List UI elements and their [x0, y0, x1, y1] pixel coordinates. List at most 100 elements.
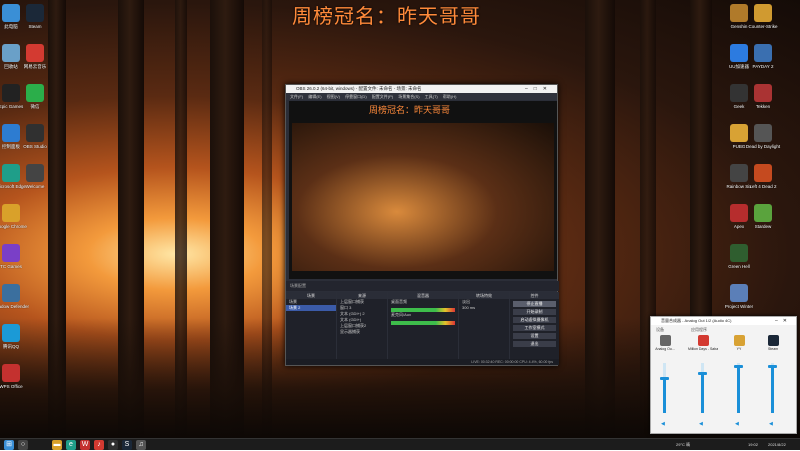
dbd-icon	[754, 124, 772, 142]
start-recording-button[interactable]: 开始录制	[513, 309, 556, 315]
desktop-shortcut[interactable]: Dead by Daylight	[744, 124, 782, 162]
mixer-channel: Steam ◀	[758, 335, 788, 431]
desktop-shortcut[interactable]: 微信	[16, 84, 54, 122]
welcome-icon	[26, 164, 44, 182]
shortcut-label: 微信	[30, 104, 40, 109]
volume-level	[771, 367, 774, 413]
netease-music-icon[interactable]: ♪	[94, 440, 104, 450]
weather-text[interactable]: 29°C 晴	[676, 439, 690, 451]
close-icon[interactable]: ✕	[783, 318, 792, 324]
device-section-label: 设备	[656, 327, 664, 332]
shortcut-label: 腾讯QQ	[2, 344, 19, 349]
audio-mixer-header: 混音器	[388, 292, 458, 299]
payday-icon	[754, 44, 772, 62]
desktop-shortcut[interactable]: PAYDAY 2	[744, 44, 782, 82]
search-icon[interactable]: ○	[18, 440, 28, 450]
volume-mixer-icon[interactable]: ♫	[136, 440, 146, 450]
desktop-shortcut[interactable]: Steam	[16, 4, 54, 42]
close-icon[interactable]: ✕	[543, 86, 553, 92]
mute-speaker-icon[interactable]: ◀	[661, 421, 665, 427]
volume-slider[interactable]	[698, 363, 707, 413]
obs-title: OBS 26.0.2 (64-bit, windows) - 配置文件: 未命名…	[296, 86, 422, 91]
preview-watermark: 周榜冠名：昨天哥哥	[369, 106, 451, 116]
volume-mixer-window[interactable]: 音量合成器 - Analog Out 1/2 (Audio 4C) –✕ 设备 …	[650, 316, 797, 434]
desktop-shortcut[interactable]: Shadow Defender	[0, 284, 30, 322]
mute-speaker-icon[interactable]: ◀	[699, 421, 703, 427]
volume-mixer-titlebar[interactable]: 音量合成器 - Analog Out 1/2 (Audio 4C) –✕	[651, 317, 796, 325]
obs-titlebar[interactable]: OBS 26.0.2 (64-bit, windows) - 配置文件: 未命名…	[286, 85, 557, 93]
project-winter-icon	[730, 284, 748, 302]
stardew-icon	[754, 204, 772, 222]
obs-preview[interactable]: 周榜冠名：昨天哥哥	[289, 101, 557, 279]
minimize-icon[interactable]: –	[525, 86, 534, 92]
desktop-shortcut[interactable]: TC Games	[0, 244, 30, 282]
tc-games-icon	[2, 244, 20, 262]
start-icon[interactable]: ⊞	[4, 440, 14, 450]
shortcut-label: Project Winter	[724, 304, 754, 309]
settings-button[interactable]: 设置	[513, 333, 556, 339]
desktop-shortcut[interactable]: 网易云音乐	[16, 44, 54, 82]
shortcut-label: Tekken	[755, 104, 771, 109]
studio-mode-button[interactable]: 工作室模式	[513, 325, 556, 331]
desktop-shortcut[interactable]: WPS Office	[0, 364, 30, 402]
desktop-shortcut[interactable]: Green Hell	[720, 244, 758, 282]
steam-icon	[26, 4, 44, 22]
scene-item[interactable]: 场景 2	[286, 305, 336, 311]
wps-icon[interactable]: W	[80, 440, 90, 450]
scenes-header: 场景	[286, 292, 336, 299]
stop-streaming-button[interactable]: 停止直播	[513, 301, 556, 307]
mute-speaker-icon[interactable]: ◀	[769, 421, 773, 427]
desktop-shortcut[interactable]: Google Chrome	[0, 204, 30, 242]
mute-speaker-icon[interactable]: ◀	[735, 421, 739, 427]
minimize-icon[interactable]: –	[775, 318, 783, 324]
obs-window[interactable]: OBS 26.0.2 (64-bit, windows) - 配置文件: 未命名…	[285, 84, 559, 366]
volume-slider[interactable]	[660, 363, 669, 413]
virtual-camera-button[interactable]: 启动虚拟摄像机	[513, 317, 556, 323]
volume-meter[interactable]	[391, 321, 455, 325]
shortcut-label: Welcome	[25, 184, 45, 189]
volume-level	[737, 367, 740, 413]
sources-header: 来源	[337, 292, 387, 299]
volume-slider-thumb[interactable]	[734, 365, 743, 368]
steam-icon[interactable]: S	[122, 440, 132, 450]
mixer-channel: Analog Ou... ◀	[650, 335, 680, 431]
transitions-dock: 转场特效 淡出 300 ms	[459, 292, 509, 362]
clock-date[interactable]: 2021/8/22	[768, 439, 786, 451]
volume-level	[701, 374, 704, 413]
shortcut-label: Stardew	[754, 224, 772, 229]
shortcut-label: Green Hell	[728, 264, 750, 269]
scenes-dock: 场景 场景 场景 2	[286, 292, 336, 362]
desktop-shortcut[interactable]: OBS Studio	[16, 124, 54, 162]
desktop-shortcut[interactable]: Counter-Strike	[744, 4, 782, 42]
wallpaper-watermark: 周榜冠名：昨天哥哥	[292, 4, 481, 28]
mixer-channel-label: Steam	[767, 347, 779, 351]
desktop-shortcut[interactable]: 腾讯QQ	[0, 324, 30, 362]
source-item[interactable]: 显示器捕获	[337, 329, 387, 335]
l4d-icon	[754, 164, 772, 182]
volume-slider-thumb[interactable]	[660, 377, 669, 380]
volume-slider[interactable]	[768, 363, 777, 413]
mixer-channel: YY ◀	[724, 335, 754, 431]
desktop-shortcut[interactable]: Stardew	[744, 204, 782, 242]
desktop-shortcut[interactable]: Tekken	[744, 84, 782, 122]
maximize-icon[interactable]: □	[534, 86, 543, 92]
obs-menubar[interactable]: 文件(F) 编辑(E) 视图(V) 停靠窗口(D) 配置文件(P) 场景集合(S…	[286, 93, 557, 100]
transition-duration[interactable]: 300 ms	[459, 305, 509, 311]
volume-slider-thumb[interactable]	[768, 365, 777, 368]
shortcut-label: 网易云音乐	[23, 64, 47, 69]
clock-time[interactable]: 19:02	[748, 439, 758, 451]
shortcut-label: PAYDAY 2	[752, 64, 774, 69]
exit-button[interactable]: 退出	[513, 341, 556, 347]
shortcut-label: Counter-Strike	[748, 24, 778, 29]
green-hell-icon	[730, 244, 748, 262]
mixer-channel-label: 麦克风/Aux	[391, 312, 412, 317]
netease-music-icon	[26, 44, 44, 62]
volume-slider-thumb[interactable]	[698, 372, 707, 375]
audio-mixer-dock: 混音器 桌面音频 麦克风/Aux	[388, 292, 458, 362]
edge-icon[interactable]: e	[66, 440, 76, 450]
desktop-shortcut[interactable]: Welcome	[16, 164, 54, 202]
volume-slider[interactable]	[734, 363, 743, 413]
desktop-shortcut[interactable]: Left 4 Dead 2	[744, 164, 782, 202]
obs-icon[interactable]: ●	[108, 440, 118, 450]
file-explorer-icon[interactable]: ▬	[52, 440, 62, 450]
